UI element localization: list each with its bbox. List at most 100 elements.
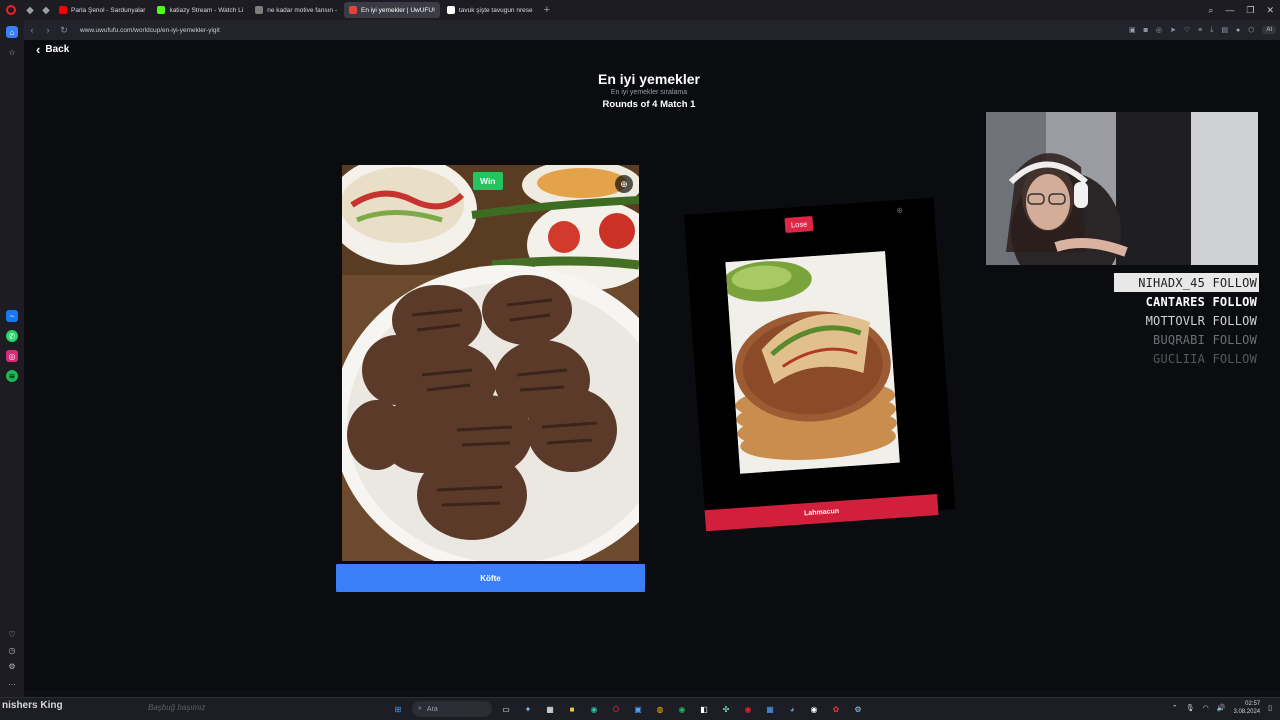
copilot-icon[interactable]: ✦ [520,701,536,717]
snapshot-icon[interactable]: ▣ [1129,26,1136,34]
follower-row: MOTTOVLR FOLLOW [1145,313,1257,328]
follower-row: BUQRABI FOLLOW [1153,332,1257,347]
history-icon[interactable]: ◷ [6,644,18,656]
home-icon[interactable]: ⌂ [6,26,18,38]
extensions-icon[interactable]: ▤ [1221,26,1228,34]
forward-nav-icon[interactable]: › [40,25,56,35]
kick-favicon-icon [157,6,166,14]
kofte-image [342,165,639,561]
chevron-left-icon: ‹ [36,41,41,57]
obs-icon[interactable]: ◉ [806,701,822,717]
instagram-icon[interactable]: ◎ [6,350,18,362]
page-subtitle: En iyi yemekler sıralama [610,89,688,96]
browser-tab-bar: ◆ ◆ Parla Şenol - Sardunyalar katiazy St… [0,0,1280,20]
lose-badge: Lose [784,216,814,233]
workspace-icon[interactable]: ◆ [22,0,38,20]
google-favicon-icon [446,6,455,14]
choice-card-right[interactable]: Lose ⊕ Lahmacun [684,197,956,532]
capcut-icon[interactable]: ◧ [696,701,712,717]
tab-parla[interactable]: Parla Şenol - Sardunyalar [54,2,150,18]
vpn-icon[interactable]: ◎ [1156,26,1162,34]
system-tray: ⌃ 🎙 ◠ 🔊 02:57 3.08.2024 ▯ [1172,700,1272,716]
choice-button-right[interactable]: Lahmacun [704,494,939,532]
tab-uwufufu[interactable]: En iyi yemekler | UwUFU! [343,2,440,18]
lahmacun-image [725,251,900,474]
whatsapp-icon[interactable]: ✆ [6,330,18,342]
new-tab-icon[interactable]: + [544,4,550,16]
file-explorer-icon[interactable]: ■ [564,701,580,717]
tab-katiazy[interactable]: katiazy Stream - Watch Li [152,2,248,18]
chrome-icon[interactable]: ◍ [652,701,668,717]
window-controls: ⌕ — ❐ ✕ [1208,0,1274,20]
close-icon[interactable]: ✕ [1266,5,1274,16]
steam-icon[interactable]: ⚙ [850,701,866,717]
discord-icon[interactable]: ◕ [784,701,800,717]
uwufufu-favicon-icon [348,6,357,14]
page-title: En iyi yemekler [598,71,700,87]
app2-icon[interactable]: ✿ [828,701,844,717]
volume-icon[interactable]: 🔊 [1217,704,1226,712]
reload-icon[interactable]: ↻ [56,25,72,36]
follower-list: NIHADX_45 FOLLOW CANTARES FOLLOW MOTTOVL… [1114,273,1259,368]
restore-icon[interactable]: ❐ [1246,5,1254,16]
ai-button[interactable]: AI [1262,26,1276,34]
menu-icon[interactable]: ≡ [1198,27,1202,34]
choice-card-left[interactable]: Win ⊕ [342,165,639,561]
spotify-icon[interactable]: ≋ [6,370,18,382]
wallet-icon[interactable]: ⬡ [1248,26,1254,34]
opera-icon[interactable]: O [608,701,624,717]
lahmacun-image-frame [725,251,900,474]
search-icon[interactable]: ⌕ [1208,5,1213,16]
browser-sidebar: ⌂ ☆ ~ ✆ ◎ ≋ ♡ ◷ ⚙ … [0,20,24,697]
windows-taskbar: nishers King Başbuğ başımız ⊞ ⌕ Ara ▭ ✦ … [0,697,1280,720]
more-icon[interactable]: … [6,676,18,688]
tray-arrow-icon[interactable]: ⌃ [1172,704,1178,712]
tab-search-icon[interactable]: ◆ [38,0,54,20]
clock[interactable]: 02:57 3.08.2024 [1233,700,1260,716]
url-field[interactable]: www.uwufufu.com/worldcup/en-iyi-yemekler… [80,27,220,34]
opera-logo-icon[interactable] [0,5,22,15]
round-info: Rounds of 4 Match 1 [602,99,696,110]
profile-icon[interactable]: ● [1236,27,1240,34]
zoom-in-icon[interactable]: ⊕ [896,206,903,215]
heart-icon[interactable]: ♡ [6,628,18,640]
tab-google[interactable]: tavuk şişte tavugun nrese [442,2,538,18]
choice-button-left[interactable]: Köfte [336,564,645,592]
webcam-feed-image [986,112,1258,265]
wifi-icon[interactable]: ◠ [1203,704,1209,712]
follower-row: CANTARES FOLLOW [1145,294,1257,309]
camera-icon[interactable]: ◙ [1144,27,1148,34]
taskbar-apps: ⊞ ⌕ Ara ▭ ✦ ▦ ■ ◉ O ▣ ◍ ◉ ◧ ✣ ◉ ▦ ◕ ◉ ✿ … [390,701,866,717]
address-bar-actions: ▣ ◙ ◎ ➤ ♡ ≡ ⤓ ▤ ● ⬡ AI [1129,20,1276,40]
task-view-icon[interactable]: ▭ [498,701,514,717]
youtube-favicon-icon [59,6,67,14]
settings-icon[interactable]: ⚙ [6,660,18,672]
heart-icon[interactable]: ♡ [1184,26,1190,34]
notification-icon[interactable]: ▯ [1268,704,1272,712]
tab-motive[interactable]: ne kadar motive fansın - [250,2,342,18]
spotify-icon[interactable]: ◉ [674,701,690,717]
search-icon: ⌕ [418,705,422,712]
mic-icon[interactable]: 🎙 [1186,704,1195,712]
widgets-icon[interactable]: ▦ [542,701,558,717]
windows-start-icon[interactable]: ⊞ [390,701,406,717]
header: En iyi yemekler En iyi yemekler sıralama… [24,71,1274,110]
store-icon[interactable]: ▣ [630,701,646,717]
follower-row: GUCLIIA FOLLOW [1153,351,1257,366]
messenger-icon[interactable]: ~ [6,310,18,322]
edge-icon[interactable]: ◉ [586,701,602,717]
calendar-icon[interactable]: ▦ [762,701,778,717]
share-icon[interactable]: ➤ [1170,26,1176,34]
win-badge: Win [473,172,503,190]
opera-gx-icon[interactable]: ◉ [740,701,756,717]
minimize-icon[interactable]: — [1225,5,1234,15]
zoom-in-icon[interactable]: ⊕ [615,175,633,193]
page-favicon-icon [255,6,264,14]
pinboard-icon[interactable]: ☆ [6,46,18,58]
back-button[interactable]: ‹ Back [36,41,69,57]
taskbar-search[interactable]: ⌕ Ara [412,701,492,717]
back-nav-icon[interactable]: ‹ [24,25,40,35]
download-icon[interactable]: ⤓ [1210,26,1213,34]
app-icon[interactable]: ✣ [718,701,734,717]
stream-overlay-faded-text: Başbuğ başımız [148,703,206,712]
